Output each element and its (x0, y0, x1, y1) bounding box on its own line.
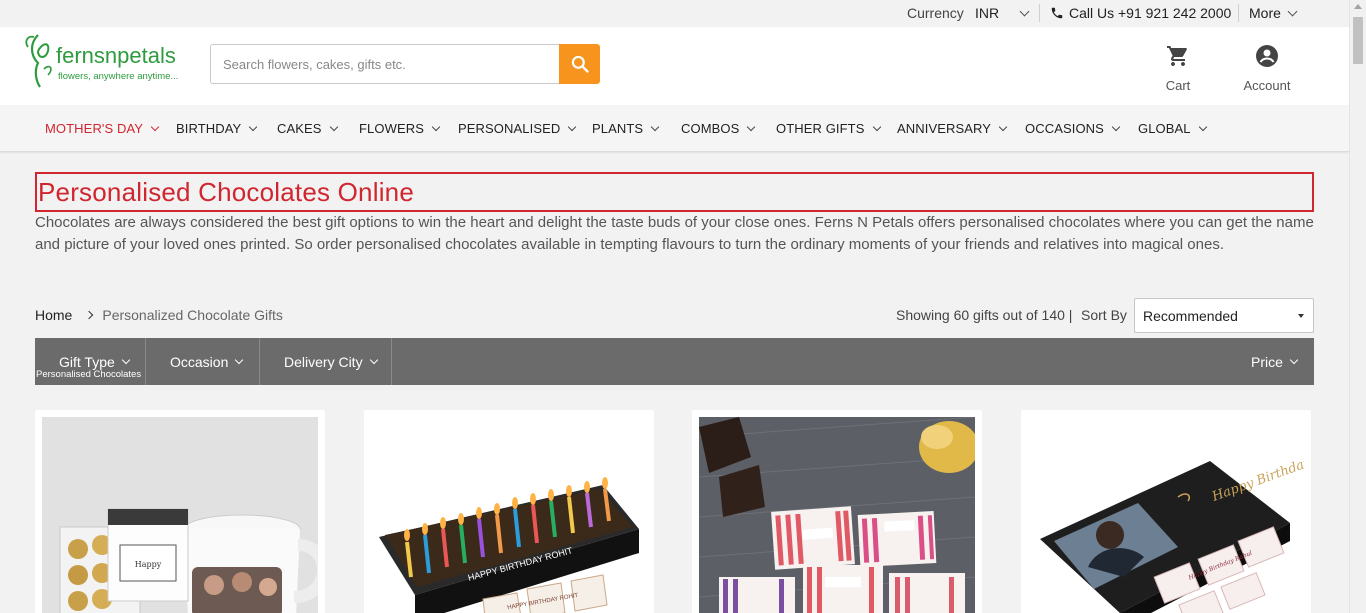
nav-label: CAKES (277, 121, 322, 136)
product-image: Happy Birthday Rahul Happy Birthday Rahu… (1028, 417, 1304, 613)
utility-bar: Currency INR Call Us +91 921 242 2000 Mo… (0, 0, 1349, 27)
chevron-down-icon (431, 122, 441, 131)
nav-label: GLOBAL (1138, 121, 1191, 136)
site-header: fernsnpetals flowers, anywhere anytime..… (0, 27, 1349, 105)
more-menu[interactable]: More (1249, 5, 1298, 21)
page-description: Chocolates are always considered the bes… (35, 214, 1314, 253)
breadcrumb-home-link[interactable]: Home (35, 307, 72, 323)
filter-delivery-city[interactable]: Delivery City (260, 338, 392, 385)
nav-label: PERSONALISED (458, 121, 561, 136)
chevron-down-icon (568, 122, 577, 131)
nav-label: COMBOS (681, 121, 740, 136)
scrollbar-thumb[interactable] (1353, 17, 1363, 64)
page-scrollbar[interactable] (1349, 0, 1366, 613)
caret-down-icon (1298, 314, 1304, 318)
chevron-down-icon (249, 122, 258, 131)
currency-value: INR (975, 5, 1000, 21)
brand-tagline: flowers, anywhere anytime... (58, 71, 178, 82)
chevron-right-icon (85, 310, 94, 320)
nav-label: OTHER GIFTS (776, 121, 865, 136)
nav-item-flowers[interactable]: FLOWERS (359, 121, 441, 136)
filter-gift-type[interactable]: Gift Type Personalised Chocolates (35, 338, 146, 385)
sort-value: Recommended (1143, 308, 1238, 324)
chevron-down-icon (747, 122, 756, 131)
filter-price[interactable]: Price (1230, 338, 1314, 385)
nav-item-birthday[interactable]: BIRTHDAY (176, 121, 258, 136)
scroll-up-arrow-icon[interactable] (1354, 4, 1362, 9)
filter-occasion[interactable]: Occasion (146, 338, 260, 385)
call-us-text: Call Us +91 921 242 2000 (1069, 5, 1232, 21)
cart-button[interactable]: Cart (1161, 44, 1195, 93)
search-bar (210, 44, 600, 84)
nav-item-other-gifts[interactable]: OTHER GIFTS (776, 121, 881, 136)
currency-select[interactable]: INR (975, 5, 1030, 21)
chevron-down-icon (369, 355, 378, 365)
chevron-down-icon (1111, 122, 1121, 131)
chevron-down-icon (235, 355, 244, 365)
nav-item-combos[interactable]: COMBOS (681, 121, 756, 136)
nav-label: BIRTHDAY (176, 121, 242, 136)
nav-item-occasions[interactable]: OCCASIONS (1025, 121, 1121, 136)
chevron-down-icon (150, 122, 160, 131)
search-button[interactable] (559, 44, 600, 84)
page-title: Personalised Chocolates Online (38, 177, 414, 207)
nav-label: OCCASIONS (1025, 121, 1104, 136)
product-image: HAPPY BIRTHDAY ROHIT HAPPY BIRTHDAY ROHI… (371, 417, 647, 613)
product-card[interactable]: HAPPY BIRTHDAY ROHIT HAPPY BIRTHDAY ROHI… (364, 410, 654, 613)
nav-label: MOTHER'S DAY (45, 121, 144, 136)
divider (1238, 4, 1239, 22)
product-card[interactable]: Happy (35, 410, 325, 613)
main-nav: MOTHER'S DAY BIRTHDAY CAKES FLOWERS PERS… (0, 105, 1349, 152)
account-button[interactable]: Account (1240, 44, 1294, 93)
nav-item-plants[interactable]: PLANTS (592, 121, 660, 136)
cart-icon (1167, 46, 1187, 66)
product-card[interactable]: Happy Birthday Rahul Happy Birthday Rahu… (1021, 410, 1311, 613)
search-input[interactable] (210, 44, 559, 84)
filter-label: Occasion (170, 354, 229, 370)
phone-icon (1051, 7, 1063, 19)
product-image: Happy (42, 417, 318, 613)
cart-label: Cart (1165, 78, 1191, 93)
account-label: Account (1243, 78, 1291, 93)
product-card[interactable] (692, 410, 982, 613)
chevron-down-icon (650, 122, 660, 131)
svg-text:Happy: Happy (135, 560, 162, 569)
nav-item-mothers-day[interactable]: MOTHER'S DAY (45, 121, 160, 136)
chevron-down-icon (1198, 122, 1207, 131)
nav-label: FLOWERS (359, 121, 424, 136)
chevron-down-icon (1019, 6, 1030, 16)
account-icon (1256, 45, 1278, 67)
chevron-down-icon (872, 122, 881, 131)
currency-label: Currency (907, 5, 964, 21)
nav-label: PLANTS (592, 121, 644, 136)
nav-item-global[interactable]: GLOBAL (1138, 121, 1207, 136)
chevron-down-icon (1287, 6, 1298, 16)
breadcrumb: Home Personalized Chocolate Gifts (35, 307, 283, 323)
search-icon (571, 55, 589, 73)
filter-label: Gift Type (59, 354, 115, 370)
nav-item-anniversary[interactable]: ANNIVERSARY (897, 121, 1008, 136)
chevron-down-icon (121, 355, 131, 365)
sort-select[interactable]: Recommended (1134, 298, 1314, 333)
filter-bar: Gift Type Personalised Chocolates Occasi… (35, 338, 1314, 385)
filter-selected-value: Personalised Chocolates (36, 369, 142, 380)
filter-label: Price (1251, 354, 1283, 370)
filter-label: Delivery City (284, 354, 363, 370)
page-title-box: Personalised Chocolates Online (35, 172, 1314, 212)
divider (1039, 4, 1040, 22)
nav-item-personalised[interactable]: PERSONALISED (458, 121, 577, 136)
brand-logo[interactable]: fernsnpetals flowers, anywhere anytime..… (24, 29, 194, 89)
brand-name: fernsnpetals (56, 43, 176, 68)
results-count: Showing 60 gifts out of 140 | (896, 307, 1073, 323)
nav-item-cakes[interactable]: CAKES (277, 121, 338, 136)
nav-label: ANNIVERSARY (897, 121, 992, 136)
breadcrumb-current: Personalized Chocolate Gifts (102, 307, 283, 323)
sort-label: Sort By (1081, 307, 1127, 323)
chevron-down-icon (1289, 355, 1299, 365)
call-us-link[interactable]: Call Us +91 921 242 2000 (1050, 5, 1231, 21)
chevron-down-icon (329, 122, 338, 131)
more-label: More (1249, 5, 1281, 21)
chevron-down-icon (998, 122, 1008, 131)
product-image (699, 417, 975, 613)
